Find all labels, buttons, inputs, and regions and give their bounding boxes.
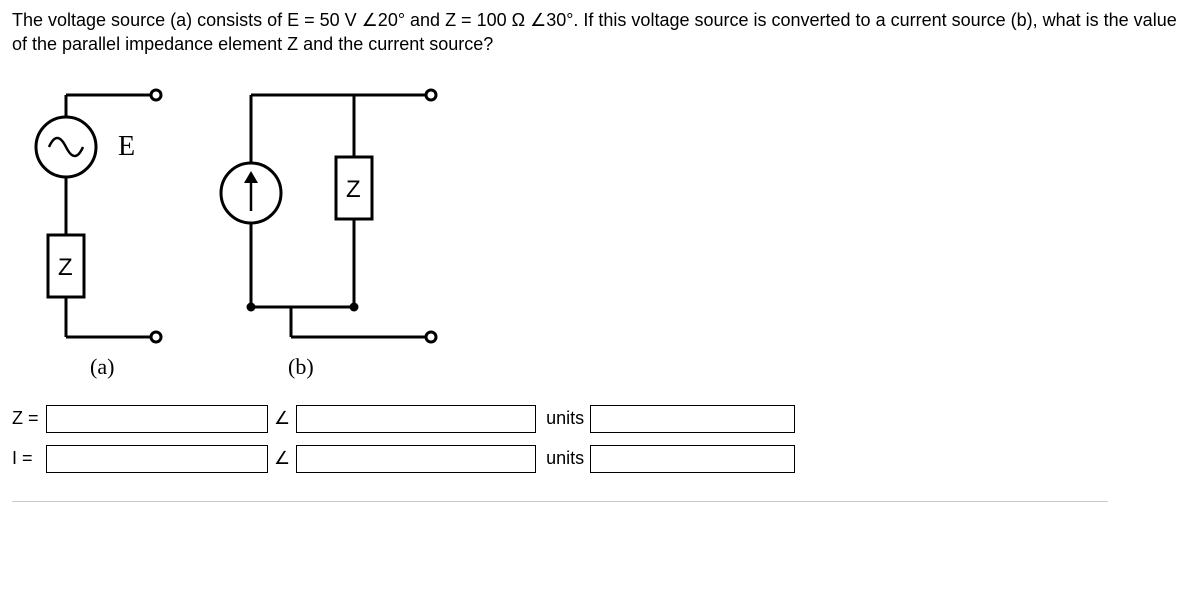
i-magnitude-input[interactable] (46, 445, 268, 473)
z-angle-input[interactable] (296, 405, 536, 433)
caption-a: (a) (90, 354, 114, 379)
e-label: E (118, 131, 135, 162)
answer-section: Z = ∠ units I = ∠ units (12, 405, 1188, 473)
z-magnitude-input[interactable] (46, 405, 268, 433)
z-answer-row: Z = ∠ units (12, 405, 1188, 433)
caption-b: (b) (288, 354, 314, 379)
z-units-label: units (546, 408, 584, 429)
i-units-input[interactable] (590, 445, 795, 473)
i-units-label: units (546, 448, 584, 469)
z-units-input[interactable] (590, 405, 795, 433)
i-angle-input[interactable] (296, 445, 536, 473)
angle-symbol-z: ∠ (274, 408, 290, 429)
question-text: The voltage source (a) consists of E = 5… (12, 8, 1188, 57)
circuit-svg: E Z (a) Z (b) (16, 75, 476, 395)
angle-symbol-i: ∠ (274, 448, 290, 469)
divider (12, 501, 1108, 502)
z-label: Z = (12, 408, 46, 429)
z-a-label: Z (58, 254, 73, 281)
i-label: I = (12, 448, 46, 469)
i-answer-row: I = ∠ units (12, 445, 1188, 473)
z-b-label: Z (346, 176, 361, 203)
circuit-diagram: E Z (a) Z (b) (16, 75, 476, 395)
